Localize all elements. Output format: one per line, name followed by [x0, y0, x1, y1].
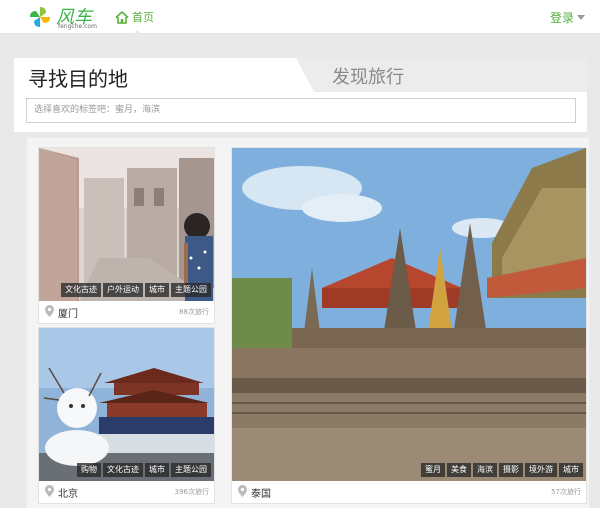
destination-card-thailand[interactable]: 蜜月 美食 海滨 摄影 境外游 城市 泰国 57次旅行: [232, 148, 586, 503]
card-footer: 泰国 57次旅行: [232, 481, 586, 503]
tag[interactable]: 主题公园: [171, 283, 211, 297]
location-pin-icon: [45, 485, 54, 497]
tag[interactable]: 购物: [77, 463, 101, 477]
tag-search-input[interactable]: 选择喜欢的标签吧：蜜月，海滨: [26, 98, 576, 123]
tag[interactable]: 摄影: [499, 463, 523, 477]
location-pin-icon: [238, 485, 247, 497]
destination-card-beijing[interactable]: 购物 文化古迹 城市 主题公园 北京 396次旅行: [39, 328, 214, 503]
tab-find-label: 寻找目的地: [28, 67, 128, 91]
active-nav-indicator: [132, 30, 142, 35]
tag[interactable]: 城市: [559, 463, 583, 477]
nav-home-label: 首页: [132, 11, 154, 24]
tag-list: 蜜月 美食 海滨 摄影 境外游 城市: [421, 463, 583, 477]
site-logo[interactable]: 风车 fengche.com: [28, 3, 108, 31]
tag-list: 文化古迹 户外运动 城市 主题公园: [61, 283, 211, 297]
tag[interactable]: 主题公园: [171, 463, 211, 477]
tag[interactable]: 海滨: [473, 463, 497, 477]
nav-home-link[interactable]: 首页: [115, 7, 154, 27]
tab-discover-travel[interactable]: 发现旅行: [332, 63, 404, 89]
tag[interactable]: 文化古迹: [103, 463, 143, 477]
tag[interactable]: 境外游: [525, 463, 557, 477]
destination-card-xiamen[interactable]: 文化古迹 户外运动 城市 主题公园 厦门 88次旅行: [39, 148, 214, 323]
destination-photo: 蜜月 美食 海滨 摄影 境外游 城市: [232, 148, 586, 481]
login-label: 登录: [549, 11, 574, 25]
trip-count: 57次旅行: [551, 488, 581, 496]
tag[interactable]: 美食: [447, 463, 471, 477]
logo-domain: fengche.com: [58, 23, 97, 30]
search-panel: 寻找目的地 发现旅行 选择喜欢的标签吧：蜜月，海滨: [14, 58, 587, 132]
pinwheel-icon: [30, 7, 50, 27]
city-name: 厦门: [58, 309, 78, 320]
city-name: 北京: [58, 489, 78, 500]
tag-list: 购物 文化古迹 城市 主题公园: [77, 463, 211, 477]
tag[interactable]: 城市: [145, 463, 169, 477]
tag[interactable]: 户外运动: [103, 283, 143, 297]
tab-find-destination[interactable]: 寻找目的地: [14, 58, 314, 92]
home-icon: [115, 10, 129, 24]
card-footer: 北京 396次旅行: [39, 481, 214, 503]
destination-photo: 购物 文化古迹 城市 主题公园: [39, 328, 214, 481]
destination-grid: 文化古迹 户外运动 城市 主题公园 厦门 88次旅行 购物 文化古迹 城市 主题…: [27, 138, 589, 508]
top-navbar: 风车 fengche.com 首页 登录: [0, 0, 600, 35]
login-dropdown[interactable]: 登录: [550, 9, 585, 26]
tag[interactable]: 城市: [145, 283, 169, 297]
location-pin-icon: [45, 305, 54, 317]
chevron-down-icon: [577, 15, 585, 20]
search-tabs: 寻找目的地 发现旅行: [14, 58, 587, 92]
tag[interactable]: 文化古迹: [61, 283, 101, 297]
tag[interactable]: 蜜月: [421, 463, 445, 477]
trip-count: 396次旅行: [174, 488, 209, 496]
destination-photo: 文化古迹 户外运动 城市 主题公园: [39, 148, 214, 301]
city-name: 泰国: [251, 489, 271, 500]
trip-count: 88次旅行: [179, 308, 209, 316]
card-footer: 厦门 88次旅行: [39, 301, 214, 323]
